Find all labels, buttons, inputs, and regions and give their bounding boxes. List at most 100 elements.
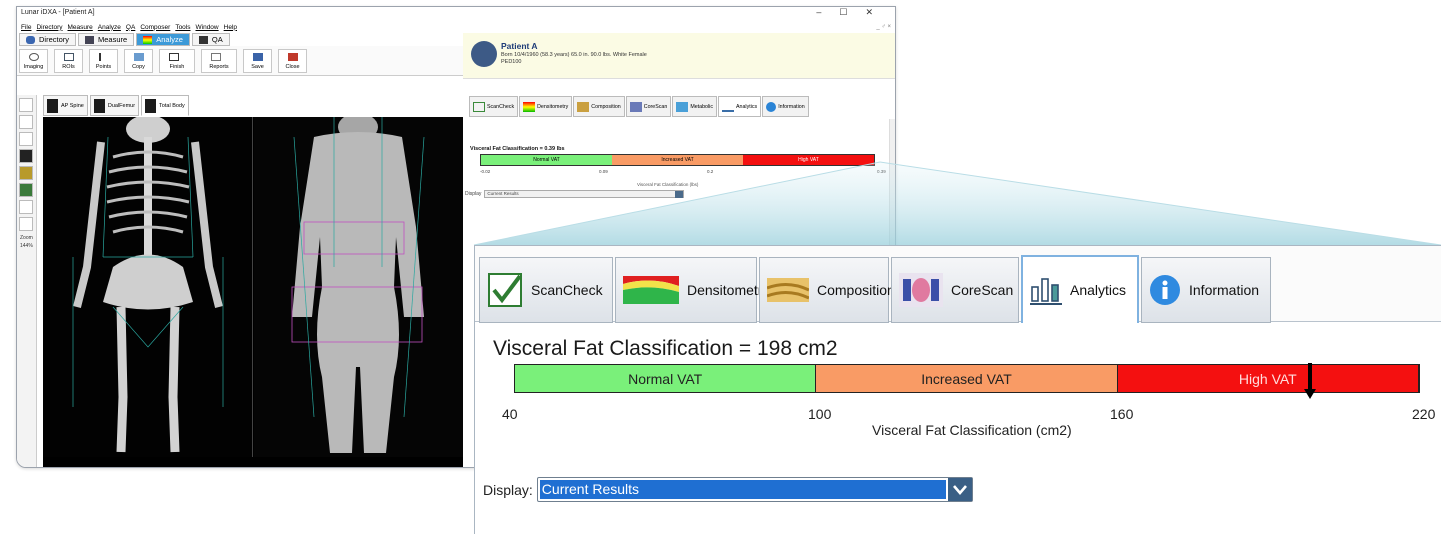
tab-densitometry[interactable]: Densitometry [519,96,573,117]
tab-analyze[interactable]: Analyze [136,33,190,46]
reports-label: Reports [209,64,229,70]
vat-tick-160: 160 [1110,406,1134,422]
tab-qa[interactable]: QA [191,33,230,46]
composition-icon [577,101,590,112]
tab-information[interactable]: Information [762,96,809,117]
tab-ap-spine[interactable]: AP Spine [43,95,88,116]
scan-tabs: AP Spine DualFemur Total Body [43,95,189,116]
vat-marker-arrow-icon [1304,363,1317,399]
imaging-button[interactable]: Imaging [19,49,48,73]
small-tick-3: 0.39 [877,169,886,174]
tab-composition[interactable]: Composition [573,96,625,117]
close-button[interactable]: Close [278,49,307,73]
small-display-value: Current Results [487,191,519,196]
zoom-tab-corescan[interactable]: CoreScan [891,257,1019,323]
tab-corescan[interactable]: CoreScan [625,96,672,117]
magnifier-icon[interactable] [19,115,33,129]
result-tabs: ScanCheck Densitometry Composition CoreS… [469,96,809,117]
tab-measure-label: Measure [98,35,128,44]
vat-classification-bar: Normal VAT Increased VAT High VAT [514,363,1420,399]
tab-dualfemur[interactable]: DualFemur [89,95,140,116]
tab-directory[interactable]: Directory [19,33,77,46]
save-button[interactable]: Save [243,49,272,73]
skeleton-image [72,117,224,453]
hand-icon[interactable] [19,132,33,146]
ruler-icon[interactable] [19,217,33,231]
mdi-controls[interactable]: _ ♂ × [876,24,891,30]
menu-composer[interactable]: Composer [140,24,170,31]
close-label: Close [285,64,300,70]
menu-measure[interactable]: Measure [68,24,93,31]
menu-analyze[interactable]: Analyze [98,24,121,31]
menu-file[interactable]: File [21,24,31,31]
corescan-icon [899,273,943,307]
tab-total-body-label: Total Body [159,102,185,109]
small-tick-1: 0.09 [599,169,608,174]
menu-qa[interactable]: QA [126,24,135,31]
zoom-tab-composition[interactable]: Composition [759,257,895,323]
pointer-icon[interactable] [19,98,33,112]
small-vat-title: Visceral Fat Classification = 0.39 lbs [470,146,565,152]
chevron-down-icon [952,485,967,495]
vat-segment-increased: Increased VAT [816,365,1118,392]
soft-tissue-image[interactable] [254,117,463,457]
zoom-tab-analytics[interactable]: Analytics [1021,255,1139,323]
points-button[interactable]: Points [89,49,118,73]
display-select[interactable]: Current Results [536,477,973,502]
body-green-icon[interactable] [19,183,33,197]
composition-icon [767,278,809,302]
window-controls[interactable]: –☐✕ [816,7,891,18]
body-color-icon[interactable] [19,166,33,180]
vat-segment-high: High VAT [1117,365,1419,392]
scan-images [43,117,463,467]
menu-help[interactable]: Help [224,24,237,31]
copy-label: Copy [132,64,145,70]
bone-scan-image[interactable] [43,117,253,457]
tab-analytics[interactable]: Analytics [717,96,762,117]
zoom-tab-densitometry[interactable]: Densitometry [615,257,769,323]
minimize-icon[interactable]: – [816,7,839,17]
points-icon [99,53,109,61]
save-icon [253,53,263,61]
tab-metabolic[interactable]: Metabolic [672,96,717,117]
rois-button[interactable]: ROIs [54,49,83,73]
toolbar: Imaging ROIs Points Copy Finish Reports … [17,46,463,76]
display-dropdown-button[interactable] [947,478,972,501]
finish-button[interactable]: Finish [159,49,195,73]
small-vat-bar: Normal VAT Increased VAT High VAT [480,154,875,166]
patient-id: PED100 [501,59,522,65]
menu-directory[interactable]: Directory [36,24,62,31]
tab-measure[interactable]: Measure [78,33,135,46]
copy-button[interactable]: Copy [124,49,153,73]
vat-segment-normal: Normal VAT [515,365,817,392]
menu-window[interactable]: Window [196,24,219,31]
tool-palette: Zoom 144% [17,95,37,467]
densitometry-icon [523,101,536,112]
small-display-select[interactable]: Current Results [484,190,685,198]
maximize-icon[interactable]: ☐ [839,7,865,17]
people-icon [26,35,35,44]
angle-icon[interactable] [19,200,33,214]
zoom-tab-information[interactable]: Information [1141,257,1271,323]
rois-label: ROIs [62,64,75,70]
display-selected-value: Current Results [539,480,946,499]
tab-scancheck[interactable]: ScanCheck [469,96,519,117]
patient-name: Patient A [501,41,538,51]
zoom-tab-scancheck[interactable]: ScanCheck [479,257,613,323]
reports-button[interactable]: Reports [201,49,237,73]
finish-label: Finish [169,64,185,70]
menu-tools[interactable]: Tools [175,24,190,31]
tab-total-body[interactable]: Total Body [141,95,189,116]
body-silhouette-image [291,117,425,453]
close-doc-icon [288,53,298,61]
small-tick-0: -0.02 [480,169,491,174]
small-axis-label: Visceral Fat Classification (lbs) [637,182,699,187]
close-icon[interactable]: ✕ [865,7,891,17]
body-icon[interactable] [19,149,33,163]
rois-icon [64,53,74,61]
vat-tick-220: 220 [1412,406,1436,422]
tab-information-label: Information [778,103,805,110]
stage: Lunar iDXA - [Patient A] –☐✕ File Direct… [0,0,1441,534]
imaging-label: Imaging [23,64,44,70]
tab-dualfemur-label: DualFemur [107,102,136,109]
